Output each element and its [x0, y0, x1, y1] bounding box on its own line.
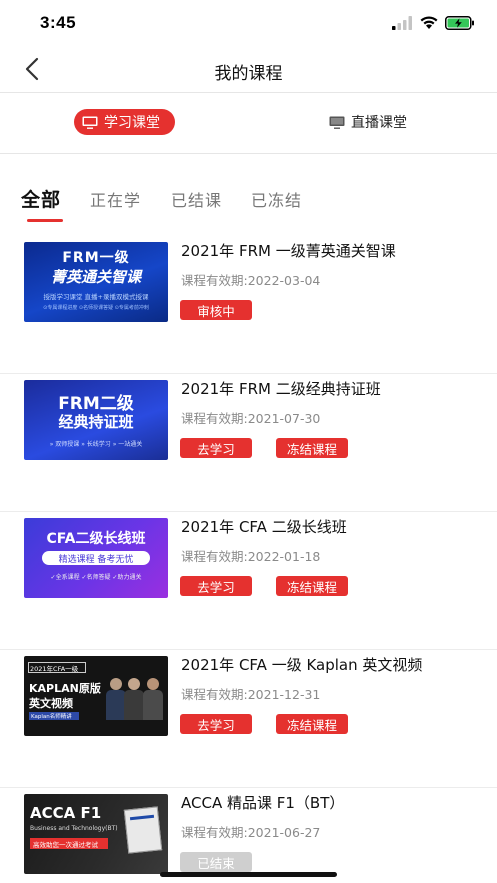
thumbnail-text: FRM一级	[62, 250, 130, 266]
course-validity: 课程有效期:2022-01-18	[181, 549, 321, 564]
course-thumbnail: CFA二级长线班 精选课程 备考无忧 ✓全系课程 ✓名师答疑 ✓助力通关	[24, 518, 168, 598]
filter-tab-underline	[27, 219, 63, 222]
presenter-photo	[124, 690, 144, 720]
course-validity: 课程有效期:2021-06-27	[181, 825, 321, 840]
tab-study-classroom-label: 学习课堂	[104, 115, 160, 131]
thumbnail-text: 英文视频	[29, 697, 73, 710]
presenter-photo	[147, 678, 159, 690]
mode-tabs-divider	[0, 153, 497, 154]
page-title: 我的课程	[214, 64, 283, 84]
thumbnail-text: Business and Technology(BT)	[30, 825, 118, 832]
filter-tab-in-progress[interactable]: 正在学	[90, 187, 141, 211]
monitor-icon	[329, 116, 345, 129]
battery-charging-icon	[445, 16, 474, 30]
cellular-signal-icon	[392, 16, 412, 30]
thumbnail-text: 授版学习课堂 直播+录播双模式授课	[43, 293, 149, 301]
course-thumbnail: FRM一级 菁英通关智课 授版学习课堂 直播+录播双模式授课 ⊙专属课程进度 ⊙…	[24, 242, 168, 322]
course-validity: 课程有效期:2022-03-04	[181, 273, 321, 288]
course-item[interactable]: 2021年CFA一级 KAPLAN原版 英文视频 Kaplan名师精讲 2021…	[0, 650, 497, 788]
course-title: ACCA 精品课 F1（BT）	[181, 794, 345, 812]
home-indicator	[160, 872, 337, 877]
presenter-photo	[143, 690, 163, 720]
thumbnail-text: 2021年CFA一级	[30, 665, 79, 673]
status-time: 3:45	[40, 13, 77, 32]
nav-bar: 我的课程	[0, 46, 497, 92]
course-item[interactable]: FRM二级 经典持证班 » 双师授课 » 长线学习 » 一站通关 2021年 F…	[0, 374, 497, 512]
thumbnail-text: ✓全系课程 ✓名师答疑 ✓助力通关	[50, 574, 142, 581]
status-bar: 3:45	[0, 0, 497, 46]
thumbnail-text: » 双师授课 » 长线学习 » 一站通关	[49, 441, 143, 448]
course-title: 2021年 FRM 二级经典持证班	[181, 380, 381, 398]
thumbnail-text: CFA二级长线班	[46, 531, 146, 547]
thumbnail-text: 精选课程 备考无忧	[58, 555, 134, 565]
under-review-button[interactable]: 审核中	[180, 300, 252, 320]
thumbnail-text: Kaplan名师精讲	[31, 714, 72, 720]
go-study-button[interactable]: 去学习	[180, 714, 252, 734]
freeze-course-button[interactable]: 冻结课程	[276, 714, 348, 734]
filter-tab-frozen[interactable]: 已冻结	[251, 187, 302, 211]
monitor-icon	[82, 116, 98, 129]
go-study-button[interactable]: 去学习	[180, 576, 252, 596]
course-thumbnail: FRM二级 经典持证班 » 双师授课 » 长线学习 » 一站通关	[24, 380, 168, 460]
filter-tabs: 全部 正在学 已结课 已冻结	[0, 175, 497, 225]
course-item[interactable]: CFA二级长线班 精选课程 备考无忧 ✓全系课程 ✓名师答疑 ✓助力通关 202…	[0, 512, 497, 650]
course-item[interactable]: FRM一级 菁英通关智课 授版学习课堂 直播+录播双模式授课 ⊙专属课程进度 ⊙…	[0, 236, 497, 374]
course-title: 2021年 CFA 一级 Kaplan 英文视频	[181, 656, 423, 674]
thumbnail-text: ACCA F1	[30, 804, 102, 822]
tab-study-classroom[interactable]: 学习课堂	[74, 109, 175, 135]
wifi-icon	[420, 16, 438, 29]
presenter-photo	[110, 678, 122, 690]
course-thumbnail: 2021年CFA一级 KAPLAN原版 英文视频 Kaplan名师精讲	[24, 656, 168, 736]
tab-live-classroom[interactable]: 直播课堂	[329, 109, 407, 135]
filter-tab-all[interactable]: 全部	[21, 185, 61, 212]
presenter-photo	[128, 678, 140, 690]
thumbnail-text: ⊙专属课程进度 ⊙名师授课答疑 ⊙专属考前冲刺	[43, 305, 149, 311]
filter-tab-completed[interactable]: 已结课	[171, 187, 222, 211]
tab-live-classroom-label: 直播课堂	[351, 115, 407, 131]
thumbnail-text: KAPLAN原版	[29, 682, 101, 695]
presenter-photo	[106, 690, 126, 720]
thumbnail-text: 经典持证班	[58, 413, 134, 431]
course-title: 2021年 CFA 二级长线班	[181, 518, 347, 536]
mode-tabs: 学习课堂 直播课堂	[0, 93, 497, 153]
course-title: 2021年 FRM 一级菁英通关智课	[181, 242, 396, 260]
course-item[interactable]: ACCA F1 Business and Technology(BT) 高效助您…	[0, 788, 497, 883]
go-study-button[interactable]: 去学习	[180, 438, 252, 458]
course-thumbnail: ACCA F1 Business and Technology(BT) 高效助您…	[24, 794, 168, 874]
thumbnail-text: 高效助您一次通过考试	[33, 841, 98, 849]
book-cover-image	[123, 806, 163, 854]
course-validity: 课程有效期:2021-07-30	[181, 411, 321, 426]
freeze-course-button[interactable]: 冻结课程	[276, 576, 348, 596]
ended-status-button: 已结束	[180, 852, 252, 872]
course-validity: 课程有效期:2021-12-31	[181, 687, 321, 702]
thumbnail-text: 菁英通关智课	[50, 268, 141, 286]
freeze-course-button[interactable]: 冻结课程	[276, 438, 348, 458]
